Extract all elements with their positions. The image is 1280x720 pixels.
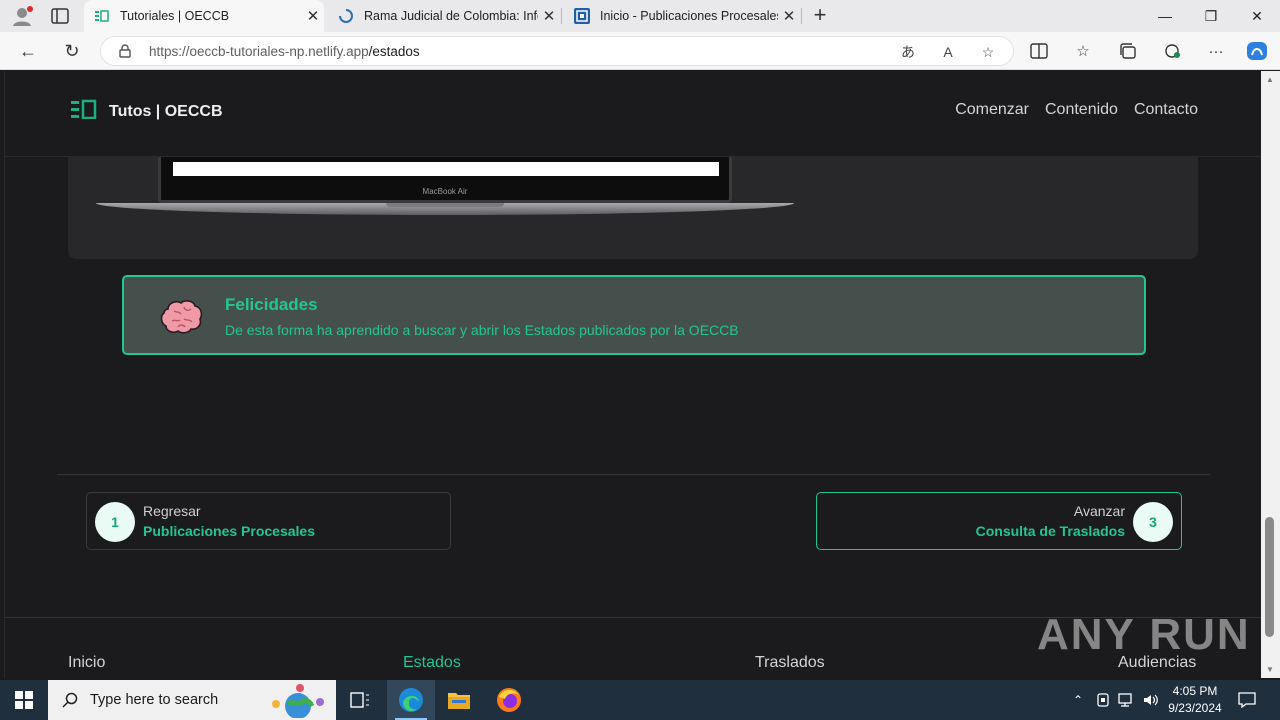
brand-logo-icon (71, 99, 97, 124)
congrats-title: Felicidades (225, 295, 318, 314)
tab-separator (801, 8, 802, 24)
tab-tutoriales[interactable]: Tutoriales | OECCB ✕ (84, 0, 324, 32)
footer-link-traslados[interactable]: Traslados (755, 654, 825, 672)
address-field[interactable]: https://oeccb-tutoriales-np.netlify.app/… (100, 36, 1014, 66)
tray-device-icon[interactable] (1093, 680, 1113, 720)
congrats-text: De esta forma ha aprendido a buscar y ab… (225, 322, 739, 338)
anyrun-watermark: ANY RUN (1037, 610, 1251, 660)
url-host: https://oeccb-tutoriales-np.netlify.app (149, 43, 369, 59)
footer-link-estados[interactable]: Estados (403, 654, 461, 672)
laptop-label: MacBook Air (422, 187, 468, 196)
tab-actions-icon[interactable] (50, 7, 70, 25)
restore-button[interactable]: ❐ (1188, 0, 1234, 32)
address-bar-row: ← ↻ https://oeccb-tutoriales-np.netlify.… (0, 32, 1280, 70)
previous-title: Publicaciones Procesales (143, 523, 315, 539)
taskbar-search[interactable]: Type here to search (48, 680, 336, 720)
close-tab-icon[interactable]: ✕ (778, 7, 800, 25)
file-explorer-icon[interactable] (435, 680, 483, 720)
next-label: Avanzar (1073, 503, 1125, 519)
tab-separator (561, 8, 562, 24)
tab-publicaciones[interactable]: Inicio - Publicaciones Procesales ✕ (564, 0, 800, 32)
oeccb-favicon-icon (94, 8, 110, 24)
divider (57, 474, 1210, 475)
page-scrollbar[interactable]: ▲ ▼ (1261, 71, 1280, 678)
browser-essentials-icon[interactable] (1159, 39, 1185, 63)
main-nav: Comenzar Contenido Contacto (955, 101, 1198, 119)
lock-icon[interactable] (119, 44, 133, 58)
minimize-button[interactable]: — (1142, 0, 1188, 32)
site-header: Tutos | OECCB Comenzar Contenido Contact… (5, 71, 1261, 157)
scroll-up-icon[interactable]: ▲ (1266, 75, 1274, 84)
step-number: 1 (95, 502, 135, 542)
new-tab-button[interactable]: + (808, 3, 832, 29)
collections-icon[interactable] (1115, 39, 1141, 63)
tab-title: Tutoriales | OECCB (120, 9, 230, 23)
clock-time: 4:05 PM (1172, 684, 1218, 698)
start-button[interactable] (0, 680, 48, 720)
laptop-notch (386, 203, 504, 207)
tray-overflow-icon[interactable]: ⌃ (1068, 680, 1088, 720)
brain-icon (160, 297, 204, 337)
firefox-icon[interactable] (485, 680, 533, 720)
search-icon (62, 692, 78, 708)
laptop-screen (158, 157, 732, 203)
tab-rama-judicial[interactable]: Rama Judicial de Colombia: Infor ✕ (328, 0, 560, 32)
close-window-button[interactable]: ✕ (1234, 0, 1280, 32)
task-view-icon[interactable] (336, 680, 384, 720)
scrollbar-thumb[interactable] (1265, 517, 1274, 637)
split-screen-icon[interactable] (1026, 39, 1052, 63)
copilot-icon[interactable] (1244, 39, 1270, 63)
settings-more-icon[interactable]: ··· (1203, 39, 1229, 63)
web-page: Tutos | OECCB Comenzar Contenido Contact… (4, 71, 1261, 678)
profile-icon[interactable] (10, 5, 34, 27)
favorites-icon[interactable]: ☆ (1070, 39, 1096, 63)
brand[interactable]: Tutos | OECCB (71, 99, 223, 124)
next-page-button[interactable]: Avanzar Consulta de Traslados 3 (816, 492, 1182, 550)
congrats-alert: Felicidades De esta forma ha aprendido a… (122, 275, 1146, 355)
tab-title: Rama Judicial de Colombia: Infor (364, 9, 538, 23)
url-text: https://oeccb-tutoriales-np.netlify.app/… (149, 44, 420, 59)
refresh-button[interactable]: ↻ (58, 38, 86, 64)
previous-label: Regresar (143, 503, 201, 519)
taskbar-clock[interactable]: 4:05 PM 9/23/2024 (1158, 683, 1232, 717)
publicaciones-favicon-icon (574, 8, 590, 24)
close-tab-icon[interactable]: ✕ (538, 7, 560, 25)
footer-link-inicio[interactable]: Inicio (68, 654, 105, 672)
nav-contenido[interactable]: Contenido (1045, 101, 1118, 119)
next-title: Consulta de Traslados (975, 523, 1125, 539)
step-number: 3 (1133, 502, 1173, 542)
loading-favicon-icon (338, 8, 354, 24)
laptop-image: MacBook Air (96, 157, 796, 257)
url-path: /estados (368, 43, 420, 59)
clock-date: 9/23/2024 (1168, 701, 1222, 715)
close-tab-icon[interactable]: ✕ (302, 7, 324, 25)
search-highlight-icon (266, 682, 330, 718)
nav-contacto[interactable]: Contacto (1134, 101, 1198, 119)
tab-strip: Tutoriales | OECCB ✕ Rama Judicial de Co… (0, 0, 1280, 32)
nav-comenzar[interactable]: Comenzar (955, 101, 1029, 119)
back-button[interactable]: ← (14, 38, 42, 64)
search-placeholder: Type here to search (90, 692, 219, 708)
translate-icon[interactable]: あ (896, 37, 920, 67)
tab-title: Inicio - Publicaciones Procesales (600, 9, 778, 23)
network-icon[interactable] (1116, 680, 1138, 720)
read-aloud-icon[interactable]: A (936, 37, 960, 67)
edge-taskbar-icon[interactable] (387, 680, 435, 720)
notifications-icon[interactable] (1236, 680, 1258, 720)
watermark-text: ANY RUN (1037, 610, 1251, 659)
previous-page-button[interactable]: 1 Regresar Publicaciones Procesales (86, 492, 451, 550)
favorite-star-icon[interactable]: ☆ (976, 37, 1000, 67)
scroll-down-icon[interactable]: ▼ (1266, 665, 1274, 674)
windows-taskbar: Type here to search ⌃ 4:05 PM 9/23/2024 (0, 680, 1280, 720)
brand-name: Tutos | OECCB (109, 102, 223, 120)
